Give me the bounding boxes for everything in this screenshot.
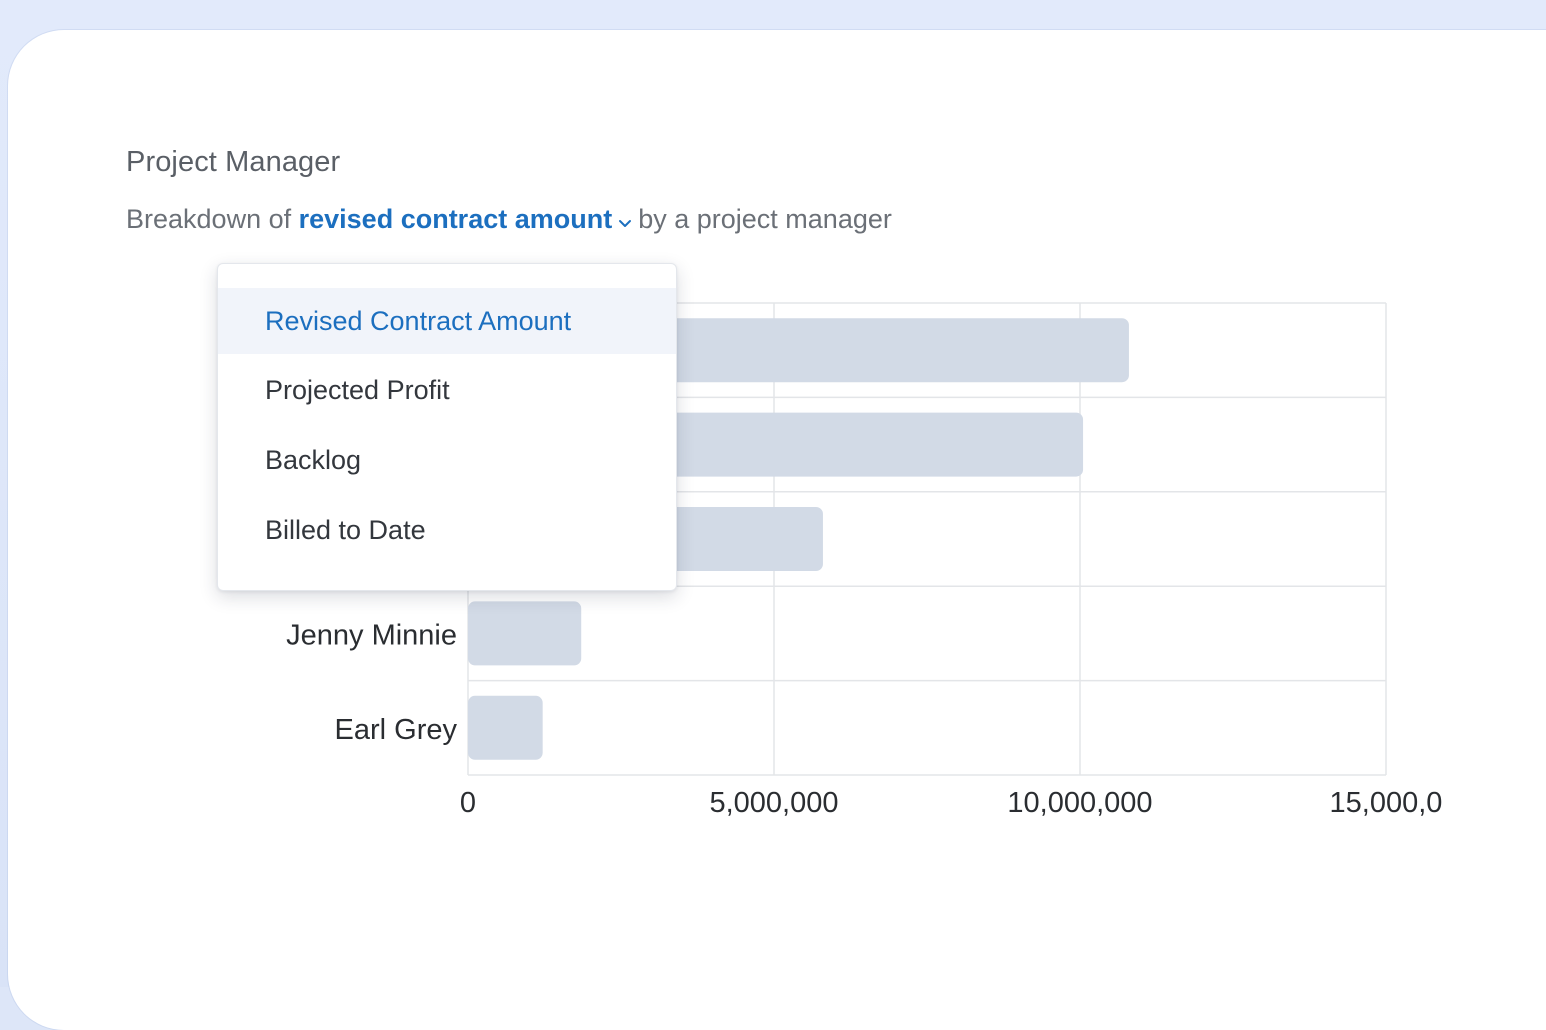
dropdown-option-backlog[interactable]: Backlog <box>218 427 676 493</box>
metric-dropdown-menu: Revised Contract Amount Projected Profit… <box>217 263 677 591</box>
dropdown-option-projected-profit[interactable]: Projected Profit <box>218 357 676 423</box>
bar <box>468 695 543 760</box>
x-tick-label: 5,000,000 <box>709 787 838 819</box>
x-tick-label: 15,000,0 <box>1330 787 1443 819</box>
x-tick-label: 0 <box>460 787 476 819</box>
bar <box>468 601 582 666</box>
category-label: Jenny Minnie <box>286 619 457 651</box>
category-label: Earl Grey <box>335 714 458 746</box>
dropdown-option-billed-to-date[interactable]: Billed to Date <box>218 497 676 563</box>
x-tick-label: 10,000,000 <box>1007 787 1152 819</box>
dropdown-option-revised-contract-amount[interactable]: Revised Contract Amount <box>218 288 676 354</box>
